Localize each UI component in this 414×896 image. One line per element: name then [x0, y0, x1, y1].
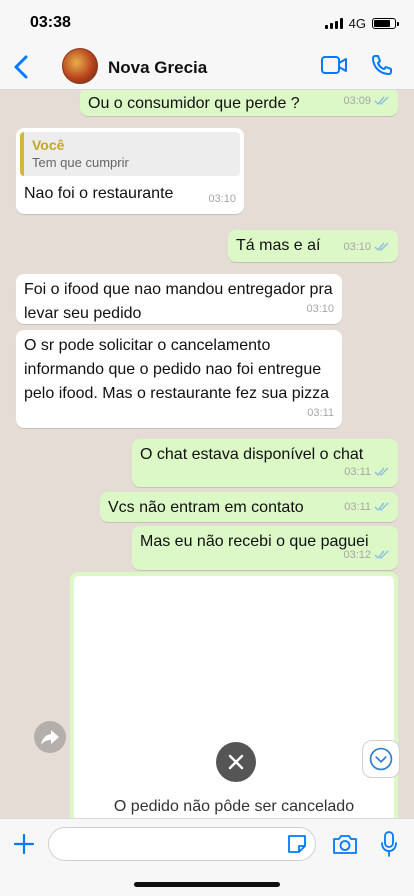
- quoted-text: Tem que cumprir: [32, 155, 129, 170]
- message-meta: 03:10: [343, 235, 390, 259]
- message-text: O chat estava disponível o chat: [140, 446, 364, 463]
- message-meta: 03:11: [344, 495, 390, 519]
- forward-icon[interactable]: [34, 721, 66, 753]
- contact-name[interactable]: Nova Grecia: [108, 58, 207, 78]
- sticker-icon[interactable]: [286, 833, 308, 855]
- quoted-author: Você: [32, 137, 65, 153]
- status-time: 03:38: [30, 14, 71, 31]
- read-ticks-icon: [374, 550, 389, 560]
- message-outgoing[interactable]: Ou o consumidor que perde ? 03:09: [80, 90, 398, 116]
- read-ticks-icon: [374, 502, 389, 512]
- plus-icon[interactable]: [12, 829, 36, 859]
- message-input[interactable]: [48, 827, 316, 861]
- chat-messages[interactable]: Ou o consumidor que perde ? 03:09 Você T…: [0, 90, 414, 820]
- message-time: 03:11: [307, 407, 334, 419]
- message-outgoing[interactable]: Tá mas e aí 03:10: [228, 230, 398, 262]
- home-indicator: [134, 882, 280, 887]
- image-preview[interactable]: O pedido não pôde ser cancelado: [74, 576, 394, 820]
- message-incoming[interactable]: O sr pode solicitar o cancelamento infor…: [16, 330, 342, 428]
- message-text: Vcs não entram em contato: [108, 499, 304, 516]
- message-meta: 03:11: [344, 460, 390, 484]
- message-outgoing[interactable]: Vcs não entram em contato 03:11: [100, 492, 398, 522]
- signal-icon: [324, 18, 343, 29]
- battery-icon: [372, 18, 399, 29]
- message-time: 03:09: [343, 95, 371, 107]
- message-time: 03:11: [344, 466, 371, 478]
- chat-header: Nova Grecia: [0, 44, 414, 90]
- message-meta: 03:12: [343, 543, 390, 567]
- close-icon[interactable]: [216, 742, 256, 782]
- status-indicators: 4G: [324, 16, 399, 31]
- microphone-icon[interactable]: [380, 830, 398, 858]
- image-caption: O pedido não pôde ser cancelado: [113, 798, 355, 815]
- read-ticks-icon: [374, 96, 389, 106]
- camera-icon[interactable]: [332, 833, 358, 855]
- video-call-icon[interactable]: [320, 54, 348, 76]
- message-text: Tá mas e aí: [236, 237, 321, 254]
- contact-avatar[interactable]: [62, 48, 98, 84]
- message-incoming[interactable]: Foi o ifood que nao mandou entregador pr…: [16, 274, 342, 324]
- message-time: 03:10: [306, 303, 334, 315]
- quoted-message[interactable]: Você Tem que cumprir: [20, 132, 240, 176]
- message-text: Mas eu não recebi o que paguei: [140, 533, 369, 550]
- message-meta: 03:09: [343, 90, 390, 113]
- message-text: Foi o ifood que nao mandou entregador pr…: [24, 281, 333, 322]
- message-outgoing[interactable]: O chat estava disponível o chat 03:11: [132, 439, 398, 487]
- image-message[interactable]: O pedido não pôde ser cancelado: [70, 572, 398, 820]
- message-text: O sr pode solicitar o cancelamento infor…: [24, 337, 330, 402]
- message-outgoing[interactable]: Mas eu não recebi o que paguei 03:12: [132, 526, 398, 570]
- status-bar: 03:38 4G: [0, 0, 414, 44]
- read-ticks-icon: [374, 242, 389, 252]
- message-meta: 03:10: [306, 297, 334, 321]
- network-label: 4G: [348, 16, 366, 31]
- read-ticks-icon: [374, 467, 389, 477]
- message-meta: 03:11: [307, 401, 334, 425]
- message-time: 03:12: [343, 549, 371, 561]
- back-chevron-icon[interactable]: [8, 52, 36, 82]
- message-time: 03:11: [344, 501, 371, 513]
- message-time: 03:10: [208, 193, 236, 205]
- message-time: 03:10: [343, 241, 371, 253]
- phone-call-icon[interactable]: [370, 53, 394, 77]
- message-text: Nao foi o restaurante: [24, 185, 174, 202]
- message-incoming-reply[interactable]: Você Tem que cumprir Nao foi o restauran…: [16, 128, 244, 214]
- message-text: Ou o consumidor que perde ?: [88, 95, 300, 112]
- scroll-down-icon[interactable]: [362, 740, 400, 778]
- message-meta: 03:10: [208, 187, 236, 211]
